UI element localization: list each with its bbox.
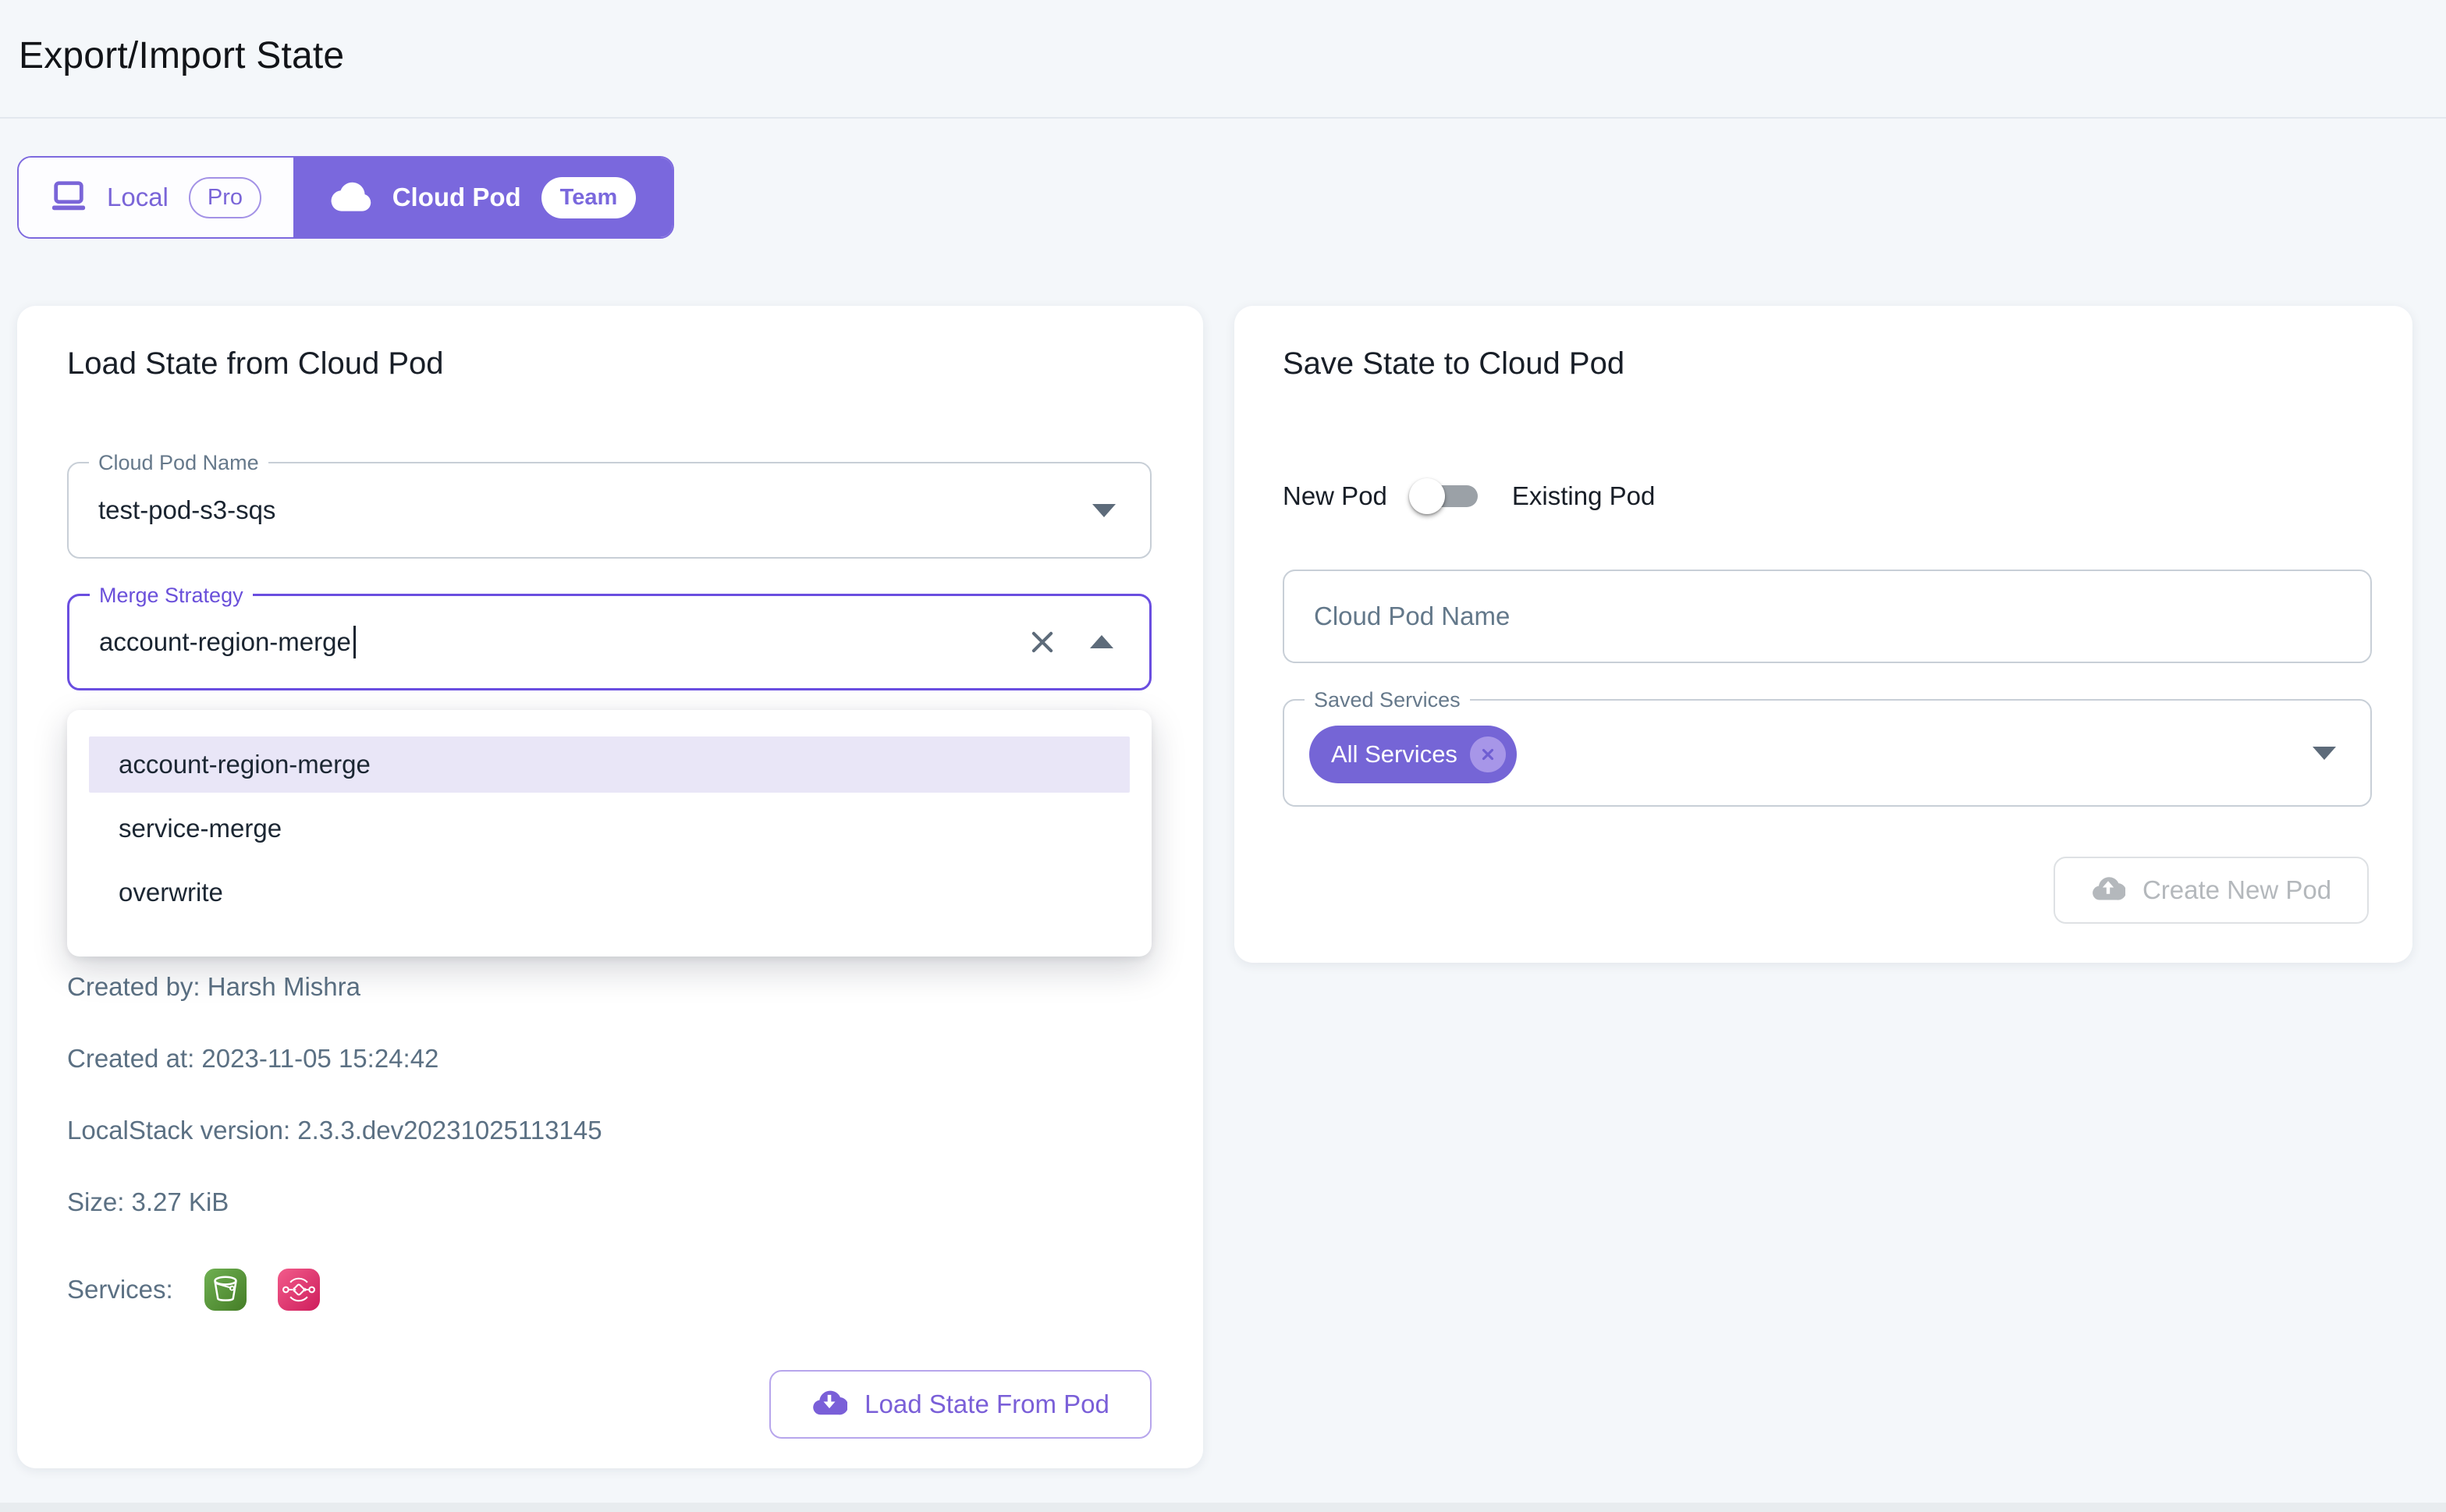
sqs-service-icon	[278, 1269, 320, 1311]
load-card-title: Load State from Cloud Pod	[67, 346, 444, 382]
save-pod-name-field[interactable]	[1283, 570, 2372, 663]
menu-option-overwrite[interactable]: overwrite	[89, 864, 1130, 921]
cloud-icon	[330, 181, 372, 215]
load-state-button[interactable]: Load State From Pod	[769, 1370, 1152, 1439]
saved-services-label: Saved Services	[1305, 687, 1470, 712]
saved-services-select[interactable]: Saved Services All Services	[1283, 699, 2372, 807]
create-new-pod-label: Create New Pod	[2142, 875, 2331, 905]
menu-option-service-merge[interactable]: service-merge	[89, 800, 1130, 857]
create-new-pod-button[interactable]: Create New Pod	[2054, 857, 2369, 924]
cloud-pod-name-select[interactable]: Cloud Pod Name test-pod-s3-sqs	[67, 462, 1152, 559]
tab-local[interactable]: Local Pro	[19, 158, 293, 237]
cloud-pod-name-value: test-pod-s3-sqs	[98, 463, 275, 557]
localstack-version-text: LocalStack version: 2.3.3.dev20231025113…	[67, 1116, 602, 1145]
save-pod-name-input[interactable]	[1314, 571, 2328, 662]
cloud-download-icon	[811, 1387, 847, 1422]
tab-local-label: Local	[107, 183, 169, 212]
merge-strategy-menu: account-region-merge service-merge overw…	[67, 710, 1152, 957]
menu-option-account-region-merge[interactable]: account-region-merge	[89, 736, 1130, 793]
save-card-title: Save State to Cloud Pod	[1283, 346, 1624, 382]
chevron-up-icon[interactable]	[1090, 635, 1113, 648]
horizontal-scrollbar[interactable]	[0, 1503, 2446, 1512]
chevron-down-icon[interactable]	[2313, 747, 2336, 760]
cloud-upload-icon	[2091, 874, 2125, 907]
clear-icon[interactable]	[1028, 627, 1057, 657]
merge-strategy-input[interactable]: Merge Strategy account-region-merge	[67, 594, 1152, 690]
switch-knob	[1409, 478, 1445, 514]
save-state-card: Save State to Cloud Pod New Pod Existing…	[1234, 306, 2412, 963]
tab-cloud-pod[interactable]: Cloud Pod Team	[293, 158, 673, 237]
laptop-icon	[51, 180, 87, 215]
text-cursor	[353, 626, 356, 658]
page-title: Export/Import State	[19, 34, 344, 77]
chip-remove-icon[interactable]	[1470, 736, 1506, 772]
new-pod-label: New Pod	[1283, 481, 1387, 511]
size-text: Size: 3.27 KiB	[67, 1187, 229, 1217]
s3-service-icon	[204, 1269, 247, 1311]
created-at-text: Created at: 2023-11-05 15:24:42	[67, 1044, 438, 1074]
load-state-button-label: Load State From Pod	[864, 1390, 1109, 1419]
header-divider	[0, 117, 2446, 119]
all-services-chip-label: All Services	[1331, 740, 1457, 768]
load-state-card: Load State from Cloud Pod Cloud Pod Name…	[17, 306, 1203, 1468]
chevron-down-icon[interactable]	[1092, 504, 1116, 517]
pro-badge: Pro	[189, 177, 261, 218]
merge-strategy-value: account-region-merge	[99, 627, 351, 657]
pod-mode-switch[interactable]	[1409, 476, 1490, 516]
existing-pod-label: Existing Pod	[1512, 481, 1655, 511]
pod-mode-toggle-row: New Pod Existing Pod	[1283, 467, 1655, 526]
export-import-state-page: Export/Import State Local Pro Cloud Pod …	[0, 0, 2446, 1512]
all-services-chip[interactable]: All Services	[1309, 726, 1517, 783]
pod-type-tabs: Local Pro Cloud Pod Team	[17, 156, 674, 239]
team-badge: Team	[541, 177, 637, 218]
created-by-text: Created by: Harsh Mishra	[67, 972, 360, 1002]
services-row: Services:	[67, 1269, 320, 1311]
services-label: Services:	[67, 1275, 173, 1304]
tab-cloud-pod-label: Cloud Pod	[392, 183, 521, 212]
